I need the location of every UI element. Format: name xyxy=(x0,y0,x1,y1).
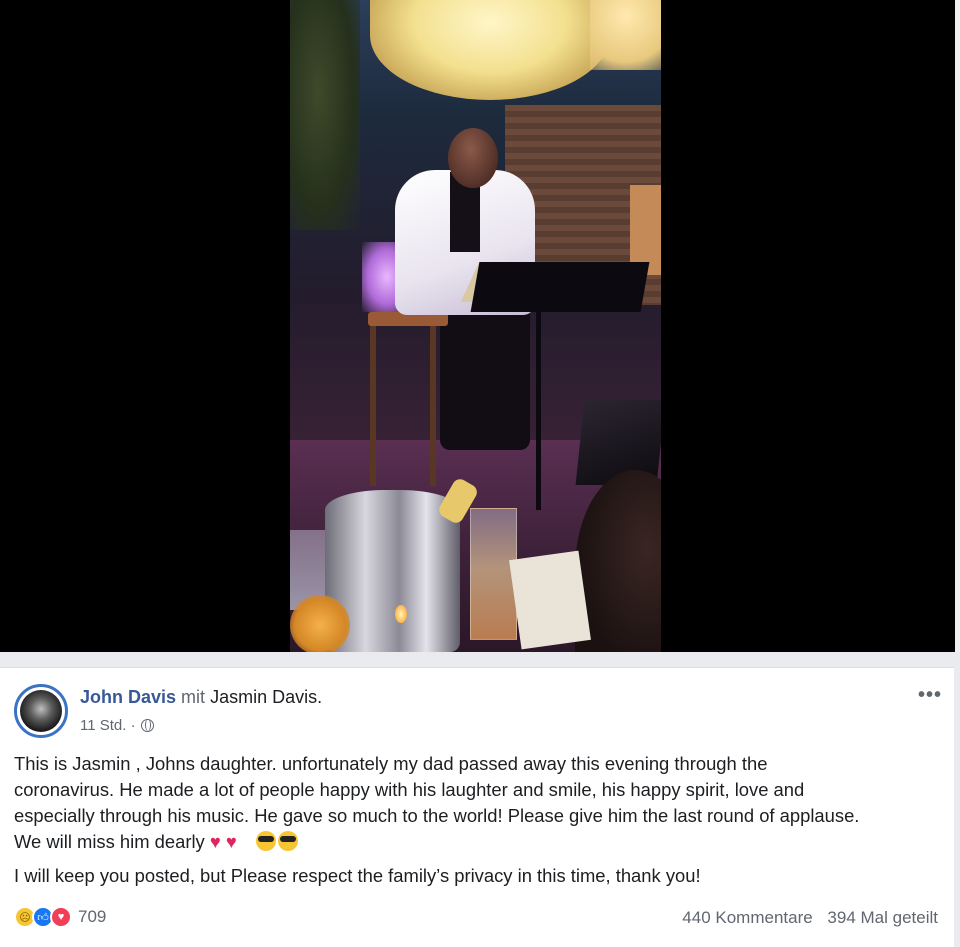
scrollbar[interactable] xyxy=(955,0,960,652)
video-frame[interactable] xyxy=(290,0,661,652)
flower xyxy=(290,595,350,652)
post-timestamp[interactable]: 11 Std. · xyxy=(80,717,136,734)
music-stand xyxy=(470,262,650,312)
video-player[interactable] xyxy=(0,0,955,652)
love-reaction-icon: ♥ xyxy=(50,906,72,928)
singer-legs xyxy=(440,300,530,450)
with-label: mit xyxy=(181,687,206,707)
heart-emoji-icon: ♥ ♥ xyxy=(209,831,237,852)
post-meta: 11 Std. · xyxy=(80,717,154,734)
post-line: especially through his music. He gave so… xyxy=(14,805,860,826)
sunglasses-emoji-icon xyxy=(255,831,276,851)
reaction-count[interactable]: 709 xyxy=(78,907,106,927)
post-paragraph-1: This is Jasmin , Johns daughter. unfortu… xyxy=(14,751,934,855)
candle xyxy=(395,605,407,623)
author-name-link[interactable]: John Davis xyxy=(80,687,176,707)
engagement-stats: 440 Kommentare 394 Mal geteilt xyxy=(682,908,938,928)
tree-foliage xyxy=(290,0,360,230)
post-line: coronavirus. He made a lot of people hap… xyxy=(14,779,805,800)
post-line-text: We will miss him dearly xyxy=(14,831,205,852)
tagged-person-link[interactable]: Jasmin Davis. xyxy=(210,687,322,707)
author-avatar[interactable] xyxy=(14,684,68,738)
shares-count-link[interactable]: 394 Mal geteilt xyxy=(827,908,938,927)
stand-pole xyxy=(536,310,541,510)
post-body: This is Jasmin , Johns daughter. unfortu… xyxy=(14,751,934,889)
sunglasses-emoji-icon xyxy=(277,831,298,851)
post-header: John Davis mit Jasmin Davis. xyxy=(80,687,322,708)
more-options-icon[interactable]: ••• xyxy=(918,684,942,707)
singer-head xyxy=(448,128,498,188)
reactions-summary[interactable]: ☹ 👍︎ ♥ 709 xyxy=(14,906,106,928)
drink-glass xyxy=(470,508,517,640)
menu-card xyxy=(509,550,591,650)
post-paragraph-2: I will keep you posted, but Please respe… xyxy=(14,865,701,886)
globe-icon[interactable] xyxy=(140,719,154,732)
tent-canopy xyxy=(370,0,610,100)
stool-leg xyxy=(430,326,436,486)
tent-canopy-right xyxy=(590,0,661,70)
avatar-image xyxy=(20,690,62,732)
post-line: We will miss him dearly ♥ ♥ xyxy=(14,829,934,855)
post-line: This is Jasmin , Johns daughter. unfortu… xyxy=(14,753,768,774)
comments-count-link[interactable]: 440 Kommentare xyxy=(682,908,812,927)
stool-leg xyxy=(370,326,376,486)
